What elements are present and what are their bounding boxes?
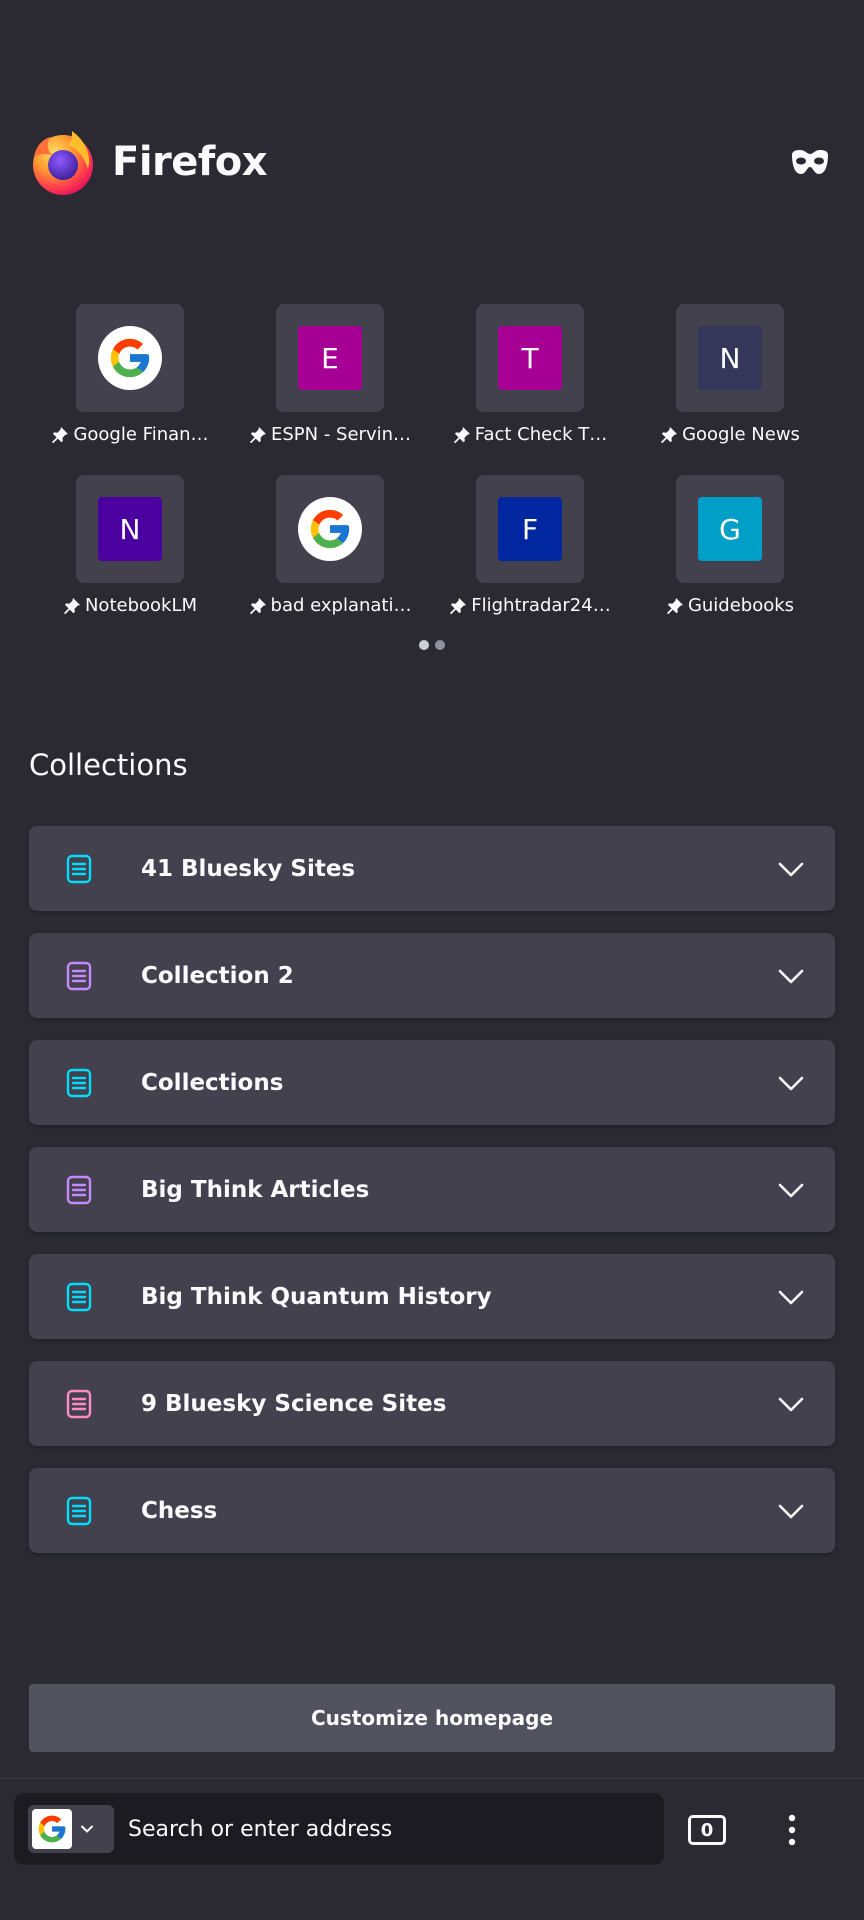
site-letter-icon: G: [698, 497, 762, 561]
top-site-icon-box: F: [476, 475, 584, 583]
top-site-icon-box: N: [676, 304, 784, 412]
chevron-down-icon[interactable]: [777, 1069, 805, 1097]
google-logo-icon: [32, 1809, 72, 1849]
collection-item[interactable]: Collections: [29, 1040, 835, 1125]
firefox-brand-title: Firefox: [112, 139, 268, 185]
top-site-label: bad explanati…: [235, 595, 425, 616]
collection-name: Collections: [141, 1069, 284, 1096]
search-input[interactable]: [128, 1805, 664, 1853]
collection-icon: [66, 961, 92, 990]
top-site-label: Google Finan…: [35, 424, 225, 445]
google-logo-icon: [98, 326, 162, 390]
chevron-down-icon[interactable]: [777, 962, 805, 990]
google-logo-icon: [298, 497, 362, 561]
top-site-title: Google News: [682, 424, 800, 445]
top-site-icon-box: E: [276, 304, 384, 412]
top-site-label: Flightradar24…: [435, 595, 625, 616]
collection-icon: [66, 1282, 92, 1311]
top-site-title: bad explanati…: [270, 595, 412, 616]
search-engine-selector[interactable]: [28, 1805, 114, 1853]
pager-dot-2[interactable]: [435, 640, 445, 650]
top-site-label: Google News: [635, 424, 825, 445]
chevron-down-icon[interactable]: [777, 855, 805, 883]
chevron-down-icon[interactable]: [777, 1176, 805, 1204]
pager-dot-1[interactable]: [419, 640, 429, 650]
bottom-toolbar: 0: [0, 1778, 864, 1920]
private-mask-icon: [792, 150, 828, 174]
collection-name: Collection 2: [141, 962, 294, 989]
customize-homepage-button[interactable]: Customize homepage: [29, 1684, 835, 1752]
top-site-icon-box: G: [676, 475, 784, 583]
header: Firefox: [28, 124, 836, 200]
site-letter-icon: E: [298, 326, 362, 390]
collection-item[interactable]: 41 Bluesky Sites: [29, 826, 835, 911]
top-site-title: Google Finan…: [73, 424, 209, 445]
collection-name: Big Think Articles: [141, 1176, 370, 1203]
top-site-tile[interactable]: E ESPN - Servin…: [230, 304, 430, 445]
collection-item[interactable]: Chess: [29, 1468, 835, 1553]
top-site-label: Fact Check T…: [435, 424, 625, 445]
top-site-tile[interactable]: Google Finan…: [30, 304, 230, 445]
pin-icon: [63, 597, 80, 614]
collections-heading: Collections: [29, 748, 188, 782]
address-bar[interactable]: [14, 1793, 664, 1865]
pin-icon: [453, 426, 470, 443]
collection-name: 41 Bluesky Sites: [141, 855, 356, 882]
top-site-tile[interactable]: bad explanati…: [230, 475, 430, 616]
top-site-title: Fact Check T…: [474, 424, 608, 445]
collection-icon: [66, 1068, 92, 1097]
collection-icon: [66, 1389, 92, 1418]
top-site-title: Guidebooks: [687, 595, 795, 616]
top-site-label: ESPN - Servin…: [235, 424, 425, 445]
top-site-tile[interactable]: N NotebookLM: [30, 475, 230, 616]
private-browsing-button[interactable]: [784, 136, 836, 188]
top-site-tile[interactable]: G Guidebooks: [630, 475, 830, 616]
chevron-down-icon[interactable]: [777, 1283, 805, 1311]
more-vertical-icon: [788, 1814, 796, 1846]
collection-icon: [66, 854, 92, 883]
firefox-logo-icon: [33, 131, 93, 195]
tab-counter-button[interactable]: 0: [688, 1815, 726, 1845]
collection-name: Chess: [141, 1497, 218, 1524]
pin-icon: [249, 426, 266, 443]
chevron-down-icon: [81, 1825, 93, 1833]
site-letter-icon: T: [498, 326, 562, 390]
chevron-down-icon[interactable]: [777, 1497, 805, 1525]
collection-icon: [66, 1496, 92, 1525]
site-letter-icon: N: [698, 326, 762, 390]
chevron-down-icon[interactable]: [777, 1390, 805, 1418]
collection-icon: [66, 1175, 92, 1204]
top-site-label: NotebookLM: [35, 595, 225, 616]
pin-icon: [450, 597, 467, 614]
pin-icon: [249, 597, 266, 614]
top-site-icon-box: [76, 304, 184, 412]
collection-item[interactable]: Collection 2: [29, 933, 835, 1018]
top-site-icon-box: T: [476, 304, 584, 412]
top-sites-grid: Google Finan… E ESPN - Servin… T Fact Check …: [30, 304, 830, 616]
top-site-icon-box: N: [76, 475, 184, 583]
pin-icon: [666, 597, 683, 614]
top-site-label: Guidebooks: [635, 595, 825, 616]
top-site-title: NotebookLM: [84, 595, 198, 616]
collection-name: Big Think Quantum History: [141, 1283, 492, 1310]
pin-icon: [661, 426, 678, 443]
site-letter-icon: F: [498, 497, 562, 561]
collection-name: 9 Bluesky Science Sites: [141, 1390, 447, 1417]
top-site-title: ESPN - Servin…: [270, 424, 412, 445]
collection-item[interactable]: Big Think Articles: [29, 1147, 835, 1232]
top-site-icon-box: [276, 475, 384, 583]
site-letter-icon: N: [98, 497, 162, 561]
pin-icon: [52, 426, 69, 443]
main-menu-button[interactable]: [772, 1805, 812, 1855]
top-sites-pager: [0, 640, 864, 650]
top-site-title: Flightradar24…: [471, 595, 611, 616]
collections-list: 41 Bluesky Sites Collection 2 Collections B…: [29, 826, 835, 1553]
top-site-tile[interactable]: F Flightradar24…: [430, 475, 630, 616]
collection-item[interactable]: 9 Bluesky Science Sites: [29, 1361, 835, 1446]
top-site-tile[interactable]: T Fact Check T…: [430, 304, 630, 445]
collection-item[interactable]: Big Think Quantum History: [29, 1254, 835, 1339]
top-site-tile[interactable]: N Google News: [630, 304, 830, 445]
